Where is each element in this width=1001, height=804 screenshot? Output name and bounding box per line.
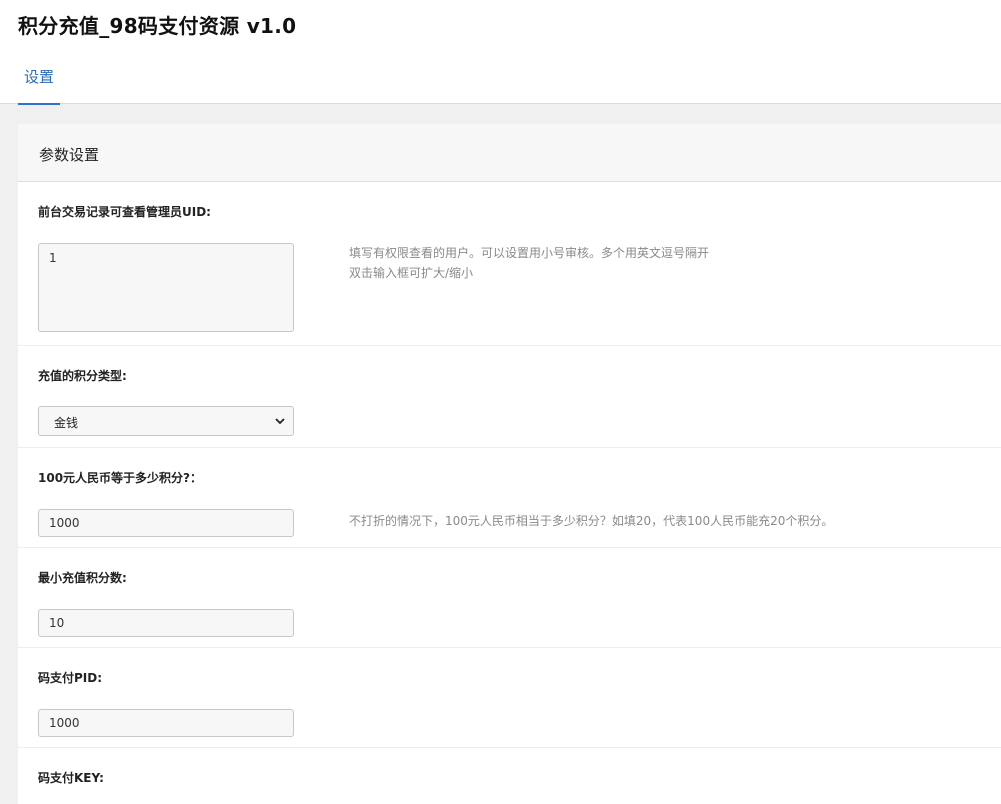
credit-type-selected-value: 金钱 — [54, 416, 79, 430]
page-title: 积分充值_98码支付资源 v1.0 — [18, 14, 297, 38]
top-bar: 积分充值_98码支付资源 v1.0 设置 — [0, 0, 1001, 105]
chevron-down-icon — [275, 418, 285, 425]
field-rmb-ratio: 100元人民币等于多少积分?： 不打折的情况下，100元人民币相当于多少积分？如… — [18, 448, 1001, 548]
pay-pid-input[interactable] — [38, 709, 294, 737]
credit-type-label: 充值的积分类型: — [38, 369, 127, 383]
rmb-ratio-hint: 不打折的情况下，100元人民币相当于多少积分？如填20，代表100人民币能充20… — [349, 514, 834, 528]
pay-key-label: 码支付KEY: — [38, 771, 104, 785]
admin-uid-hint-line-2: 双击输入框可扩大/缩小 — [349, 266, 474, 280]
field-admin-uid: 前台交易记录可查看管理员UID: 填写有权限查看的用户。可以设置用小号审核。多个… — [18, 182, 1001, 346]
panel-header: 参数设置 — [18, 124, 1001, 182]
admin-uid-hint: 填写有权限查看的用户。可以设置用小号审核。多个用英文逗号隔开 双击输入框可扩大/… — [349, 243, 709, 283]
min-recharge-label: 最小充值积分数: — [38, 571, 127, 585]
admin-uid-textarea[interactable] — [38, 243, 294, 332]
tab-settings-label: 设置 — [23, 68, 54, 86]
field-credit-type: 充值的积分类型: 金钱 — [18, 346, 1001, 448]
rmb-ratio-input[interactable] — [38, 509, 294, 537]
pay-pid-label: 码支付PID: — [38, 671, 103, 685]
admin-uid-label: 前台交易记录可查看管理员UID: — [38, 205, 211, 219]
credit-type-select[interactable]: 金钱 — [38, 406, 294, 436]
admin-uid-hint-line-1: 填写有权限查看的用户。可以设置用小号审核。多个用英文逗号隔开 — [349, 246, 710, 260]
min-recharge-input[interactable] — [38, 609, 294, 637]
panel-title: 参数设置 — [39, 146, 100, 164]
settings-panel: 参数设置 前台交易记录可查看管理员UID: 填写有权限查看的用户。可以设置用小号… — [18, 124, 1001, 804]
field-pay-pid: 码支付PID: — [18, 648, 1001, 748]
field-pay-key: 码支付KEY: — [18, 748, 1001, 804]
rmb-ratio-label: 100元人民币等于多少积分?： — [38, 471, 203, 485]
tab-active-indicator — [18, 103, 60, 105]
tab-settings[interactable]: 设置 — [18, 63, 60, 105]
field-min-recharge: 最小充值积分数: — [18, 548, 1001, 648]
